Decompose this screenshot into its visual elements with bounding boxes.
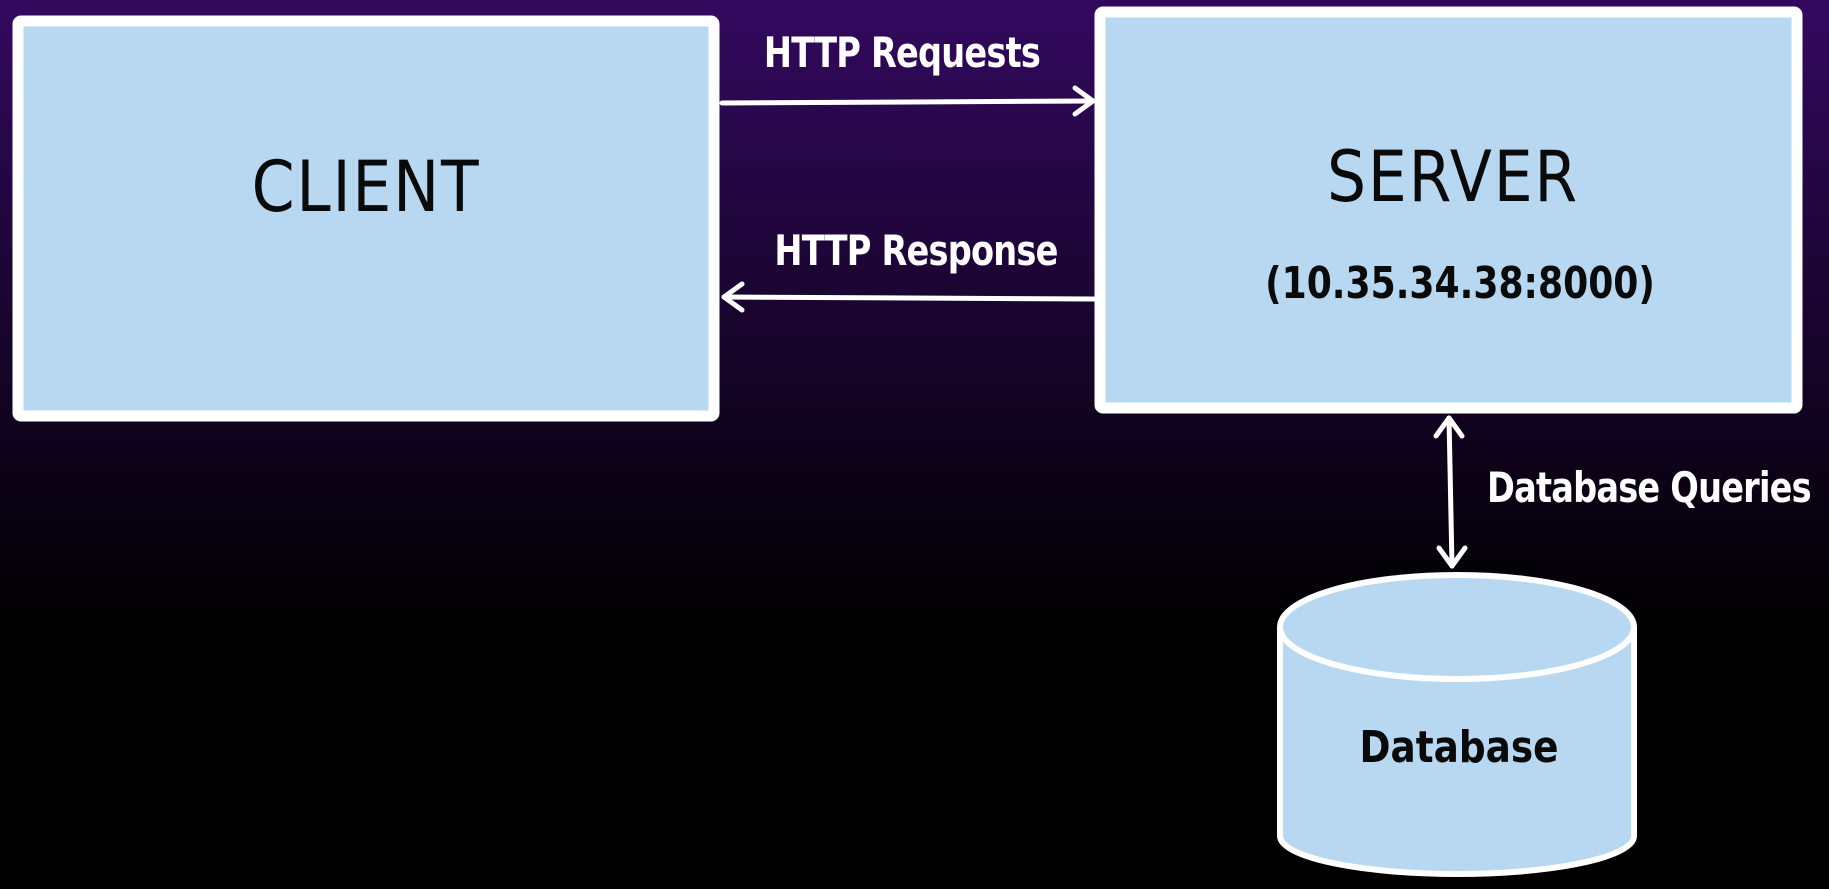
http-requests-label: HTTP Requests	[763, 28, 1041, 77]
http-response-label: HTTP Response	[774, 226, 1058, 275]
database-label: Database	[1359, 722, 1559, 773]
client-title: CLIENT	[251, 146, 481, 228]
server-address: (10.35.34.38:8000)	[1265, 258, 1655, 309]
server-title: SERVER	[1327, 136, 1579, 218]
diagram-canvas: CLIENT SERVER (10.35.34.38:8000) HTTP Re…	[0, 0, 1829, 889]
database-queries-label: Database Queries	[1487, 463, 1812, 512]
